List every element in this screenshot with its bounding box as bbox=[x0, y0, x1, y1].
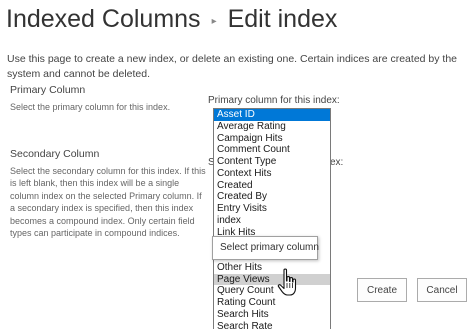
listbox-option[interactable]: Rating Count bbox=[214, 297, 330, 309]
listbox-option[interactable]: Query Count bbox=[214, 285, 330, 297]
listbox-option[interactable]: Page Views bbox=[214, 273, 330, 286]
listbox-option[interactable]: index bbox=[214, 215, 330, 227]
page-description: Use this page to create a new index, or … bbox=[7, 53, 458, 80]
listbox-option[interactable]: Other Hits bbox=[214, 262, 330, 274]
secondary-column-label-suffix: ex: bbox=[330, 157, 344, 168]
create-button[interactable]: Create bbox=[357, 278, 407, 302]
primary-section-description: Select the primary column for this index… bbox=[10, 102, 171, 112]
secondary-section-title: Secondary Column bbox=[10, 148, 100, 160]
tooltip: Select primary column bbox=[212, 236, 319, 260]
listbox-option[interactable]: Created By bbox=[214, 191, 330, 203]
listbox-option[interactable]: Search Hits bbox=[214, 309, 330, 321]
listbox-option[interactable]: Search Rate bbox=[214, 321, 330, 329]
listbox-option[interactable]: Entry Visits bbox=[214, 203, 330, 215]
listbox-option[interactable]: Context Hits bbox=[214, 168, 330, 180]
secondary-section-description: Select the secondary column for this ind… bbox=[10, 166, 206, 239]
primary-column-label: Primary column for this index: bbox=[208, 95, 340, 106]
cancel-button[interactable]: Cancel bbox=[417, 278, 467, 302]
primary-column-listbox[interactable]: Asset ID Average Rating Campaign Hits Comme… bbox=[213, 108, 331, 329]
page-title: Indexed Columns ▸ Edit index bbox=[6, 2, 337, 36]
listbox-option[interactable]: Content Type bbox=[214, 156, 330, 168]
breadcrumb-parent[interactable]: Indexed Columns bbox=[6, 5, 201, 34]
breadcrumb-current: Edit index bbox=[227, 4, 338, 33]
hand-cursor-icon bbox=[277, 268, 297, 296]
listbox-option[interactable]: Comment Count bbox=[214, 144, 330, 156]
listbox-option[interactable]: Created bbox=[214, 180, 330, 192]
listbox-option[interactable]: Average Rating bbox=[214, 121, 330, 133]
breadcrumb-separator-icon: ▸ bbox=[211, 15, 217, 27]
primary-section-title: Primary Column bbox=[10, 84, 86, 96]
listbox-option[interactable]: Asset ID bbox=[214, 109, 330, 121]
listbox-option[interactable]: Campaign Hits bbox=[214, 133, 330, 145]
